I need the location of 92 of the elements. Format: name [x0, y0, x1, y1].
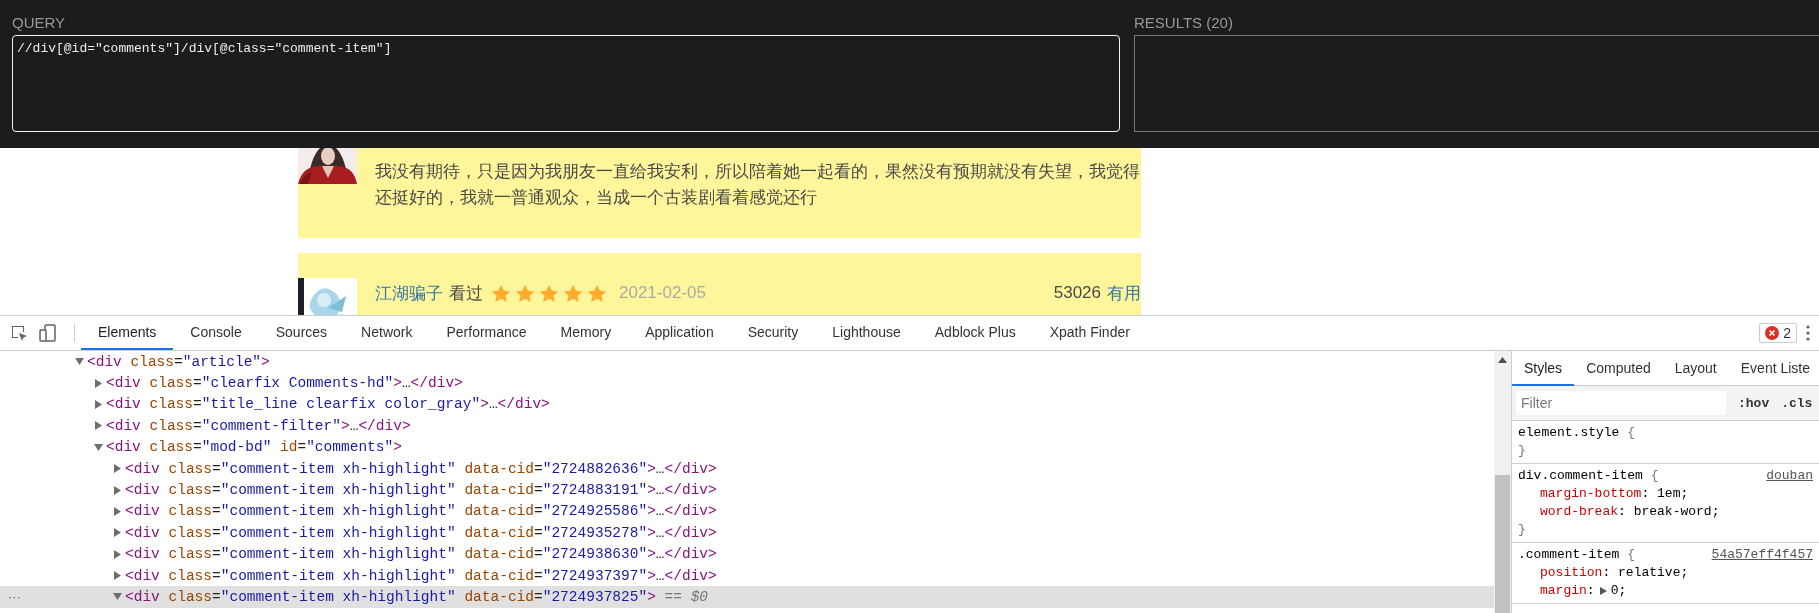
collapsed-triangle-icon[interactable] [113, 485, 122, 495]
collapsed-triangle-icon[interactable] [113, 506, 122, 516]
css-selector: element.style [1518, 424, 1620, 442]
devtools-tab[interactable]: Network [344, 316, 430, 350]
query-label: QUERY [12, 13, 66, 32]
inspect-icon[interactable] [9, 323, 29, 343]
brace: { [1626, 424, 1636, 442]
devtools-tab[interactable]: Xpath Finder [1032, 316, 1147, 350]
css-value: 0; [1610, 582, 1627, 600]
dom-node-code: <div class="comment-item xh-highlight" data-cid="2724935278">…</div> [125, 524, 717, 541]
source-link[interactable]: douban [1766, 467, 1813, 485]
devtools-tab[interactable]: Sources [258, 316, 345, 350]
css-value: relative; [1618, 564, 1689, 582]
menu-icon[interactable] [1805, 325, 1811, 341]
collapsed-triangle-icon[interactable] [113, 549, 122, 559]
expanded-triangle-icon[interactable] [113, 592, 122, 602]
query-field[interactable]: //div[@id="comments"]/div[@class="comment-item"] [12, 35, 1120, 132]
star-icon [489, 284, 513, 302]
collapsed-triangle-icon[interactable] [94, 399, 103, 409]
collapsed-triangle-icon[interactable] [113, 528, 122, 538]
brace: { [1649, 467, 1659, 485]
devtools-tab[interactable]: Lighthouse [815, 316, 918, 350]
dom-node-code: <div class="comment-item xh-highlight" data-cid="2724937825"> == $0 [125, 589, 709, 605]
dom-node-code: <div class="comment-item xh-highlight" data-cid="2724882636">…</div> [125, 460, 717, 477]
collapsed-triangle-icon[interactable] [94, 421, 103, 431]
collapsed-triangle-icon[interactable] [113, 571, 122, 581]
dom-node-code: <div class="clearfix Comments-hd">…</div> [106, 375, 463, 392]
error-icon [1765, 326, 1780, 340]
dom-node-code: <div class="title_line clearfix color_gray">…</div> [106, 396, 550, 413]
dom-node-line[interactable]: <div class="comment-filter">…</div> [0, 415, 1494, 437]
brace: } [1518, 521, 1527, 539]
dom-node-code: <div class="article"> [87, 353, 270, 370]
scrollbar-thumb[interactable] [1495, 475, 1510, 613]
star-icon [513, 284, 537, 302]
devtools-tab[interactable]: Security [730, 316, 816, 350]
class-toggle[interactable]: .cls [1781, 395, 1813, 411]
dom-node-code: <div class="comment-item xh-highlight" data-cid="2724938630">…</div> [125, 546, 717, 563]
comment-date: 2021-02-05 [619, 283, 706, 303]
dom-node-line[interactable]: <div class="comment-item xh-highlight" data-cid="2724925586">…</div> [0, 500, 1494, 523]
dom-node-code: <div class="comment-item xh-highlight" data-cid="2724937397">…</div> [125, 567, 717, 584]
css-declaration[interactable]: margin: [1540, 582, 1595, 600]
filter-field[interactable]: Filter [1516, 391, 1726, 415]
devtools-tab[interactable]: Adblock Plus [917, 316, 1033, 350]
scroll-up-icon[interactable] [1498, 357, 1507, 363]
dom-node-code: <div class="comment-filter">…</div> [106, 417, 411, 434]
css-selector: .comment-item [1518, 546, 1620, 564]
device-icon[interactable] [38, 323, 58, 343]
devtools-tab[interactable]: Performance [429, 316, 544, 350]
collapsed-triangle-icon[interactable] [113, 464, 122, 474]
dom-node-code: <div class="mod-bd" id="comments"> [106, 439, 402, 456]
brace: } [1518, 442, 1527, 460]
star-icon [561, 284, 585, 302]
star-icon [585, 284, 609, 302]
dom-node-line[interactable]: <div class="article"> [0, 351, 1494, 373]
dom-node-line[interactable]: <div class="comment-item xh-highlight" data-cid="2724883191">…</div> [0, 479, 1494, 501]
css-declaration[interactable]: position: [1540, 564, 1619, 582]
css-value: break-word; [1633, 503, 1720, 521]
dom-node-line[interactable]: <div class="mod-bd" id="comments"> [0, 436, 1494, 458]
dom-node-code: <div class="comment-item xh-highlight" data-cid="2724925586">…</div> [125, 503, 717, 520]
css-selector: div.comment-item [1518, 467, 1643, 485]
dom-node-line[interactable]: <div class="clearfix Comments-hd">…</div> [0, 372, 1494, 394]
comment-text: 我没有期待，只是因为我朋友一直给我安利，所以陪着她一起看的，果然没有预期就没有失望，我觉得还挺好的，我就一普通观众，当成一个古装剧看着感觉还行 [375, 161, 1141, 208]
dom-node-line[interactable]: <div class="comment-item xh-highlight" data-cid="2724938630">…</div> [0, 543, 1494, 565]
styles-tab[interactable]: Computed [1574, 351, 1663, 386]
devtools-tab[interactable]: Application [628, 316, 731, 350]
error-counter[interactable]: 2 [1759, 323, 1797, 343]
dom-node-line[interactable]: <div class="comment-item xh-highlight" data-cid="2724935278">…</div> [0, 522, 1494, 544]
source-link[interactable]: 54a57eff4f457 [1711, 546, 1813, 564]
devtools-tab[interactable]: Elements [81, 316, 174, 350]
dom-node-line[interactable]: <div class="comment-item xh-highlight" data-cid="2724882636">…</div> [0, 457, 1494, 480]
css-declaration[interactable]: word-break: [1540, 503, 1634, 521]
devtools-tab[interactable]: Memory [543, 316, 629, 350]
dom-node-line[interactable]: <div class="title_line clearfix color_gray">…</div> [0, 393, 1494, 416]
dom-node-line[interactable]: <div class="comment-item xh-highlight" data-cid="2724937397">…</div> [0, 564, 1494, 587]
watch-status: 看过 [449, 282, 483, 305]
more-actions-mark[interactable]: ··· [8, 589, 21, 605]
expanded-triangle-icon[interactable] [75, 357, 84, 367]
styles-tab[interactable]: Layout [1662, 351, 1729, 386]
star-icon [537, 284, 561, 302]
results-label: RESULTS (20) [1134, 13, 1233, 32]
hover-state-toggle[interactable]: :hov [1738, 395, 1770, 411]
styles-tab[interactable]: Event Liste [1728, 351, 1819, 386]
brace: { [1626, 546, 1636, 564]
username-link[interactable]: 江湖骗子 [375, 281, 443, 305]
css-value: 1em; [1657, 485, 1689, 503]
css-declaration[interactable]: margin-bottom: [1540, 485, 1658, 503]
vote-count: 53026 [1053, 283, 1101, 303]
devtools-tab[interactable]: Console [173, 316, 259, 350]
useful-link[interactable]: 有用 [1107, 281, 1141, 305]
dom-node-code: <div class="comment-item xh-highlight" data-cid="2724883191">…</div> [125, 482, 717, 499]
expanded-triangle-icon[interactable] [94, 442, 103, 452]
collapsed-triangle-icon[interactable] [94, 378, 103, 388]
